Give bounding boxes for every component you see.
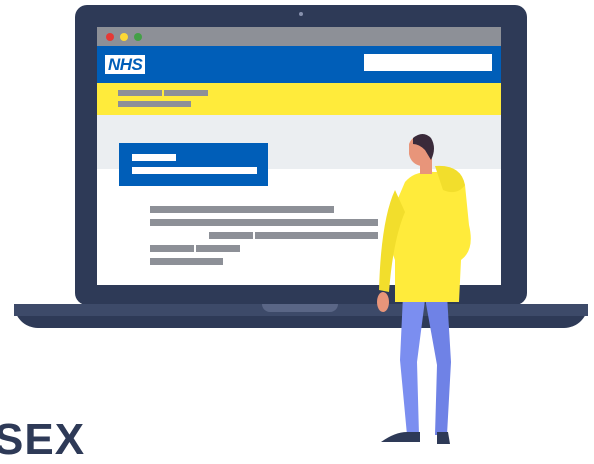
search-input[interactable] [364,54,492,71]
left-leg [400,295,425,435]
breadcrumb-link[interactable] [164,90,208,96]
nhs-logo[interactable]: NHS [105,55,146,74]
breadcrumb-link[interactable] [118,90,162,96]
right-shoe [437,432,450,444]
text-line [150,219,378,226]
breadcrumb-banner [97,83,501,115]
text-link[interactable] [150,245,194,252]
browser-titlebar [97,27,501,46]
right-leg [425,295,451,435]
brand-wordmark: SEX [0,415,86,464]
maximize-window-icon[interactable] [134,33,142,41]
site-header: NHS [97,46,501,83]
heading-line [132,167,257,174]
text-line [150,206,334,213]
heading-line [132,154,176,161]
text-line [150,258,223,265]
text-line [255,232,378,239]
minimize-window-icon[interactable] [120,33,128,41]
jacket [390,171,471,302]
left-shoe [381,432,420,442]
text-link[interactable] [196,245,240,252]
page-heading-panel [119,143,268,186]
text-link[interactable] [209,232,253,239]
close-window-icon[interactable] [106,33,114,41]
breadcrumb-link[interactable] [118,101,191,107]
person-standing-looking-at-laptop-icon [377,134,471,444]
laptop-notch [262,304,338,312]
webcam-icon [299,12,303,16]
hand [377,292,389,312]
